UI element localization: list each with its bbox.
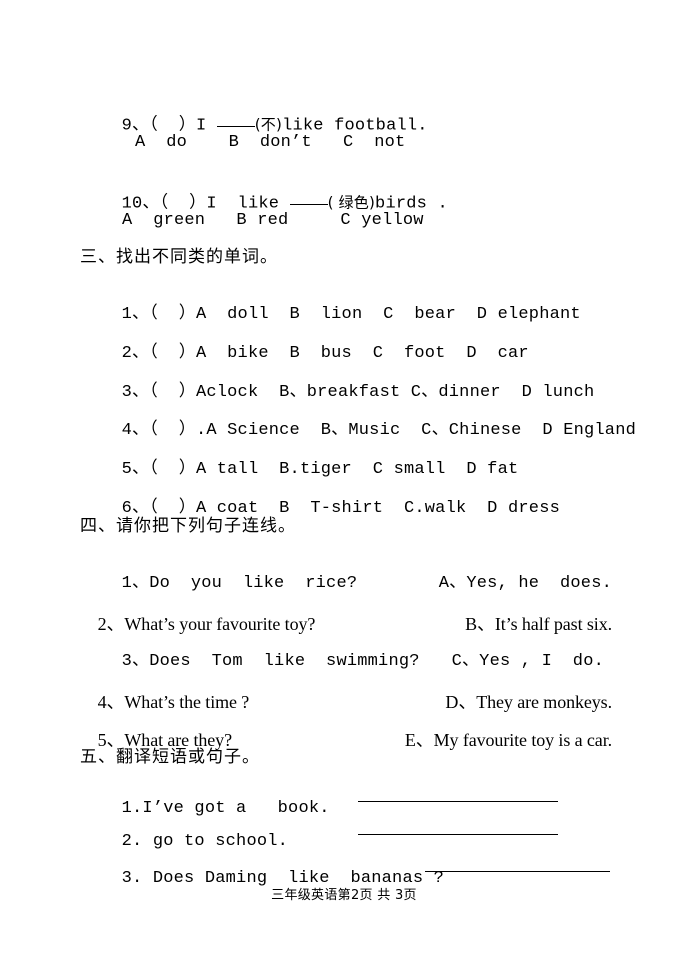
match-right-c-label: C、	[451, 652, 480, 671]
match-left-2-text: What’s your favourite toy?	[124, 614, 316, 634]
match-left-4-number: 4、	[97, 692, 125, 712]
translate-item-2-number: 2.	[121, 832, 143, 851]
question-10-options[interactable]: A green B red C yellow	[122, 212, 424, 229]
question-9-hint: (不)	[254, 115, 283, 134]
question-10-blank[interactable]	[289, 189, 328, 206]
match-left-3-text: Does Tom like swimming?	[149, 652, 420, 671]
section-four-heading: 四、请你把下列句子连线。	[80, 516, 296, 536]
section-three-item-2-text: A bike B bus C foot D car	[195, 344, 529, 363]
translate-item-2-text: go to school.	[142, 832, 289, 851]
exam-page: 9、（ ）I (不)like football. A do B don’t C …	[0, 0, 688, 971]
translate-item-3-number: 3.	[121, 869, 143, 888]
match-left-1-number: 1、	[121, 574, 150, 593]
section-three-item-5-text: A tall B.tiger C small D fat	[195, 460, 519, 479]
section-three-item-1-number: 1、	[121, 305, 150, 324]
section-three-item-2-number: 2、	[121, 344, 150, 363]
page-footer: 三年级英语第2页 共 3页	[271, 888, 417, 903]
section-three-item-1-text: A doll B lion C bear D elephant	[195, 305, 581, 324]
question-9-blank[interactable]	[216, 111, 255, 128]
section-five-heading: 五、翻译短语或句子。	[80, 747, 260, 767]
match-right-e-label: E、	[404, 730, 434, 750]
section-three-item-2-bracket[interactable]: （ ）	[149, 344, 196, 363]
section-three-item-4-bracket[interactable]: （ ）	[149, 421, 196, 440]
question-10-hint: ( 绿色)	[327, 193, 376, 212]
match-right-c-text: Yes , I do.	[479, 652, 604, 671]
match-left-2-number: 2、	[97, 614, 125, 634]
section-three-item-4-text: .A Science B、Music C、Chinese D England	[195, 421, 637, 440]
section-three-item-5-number: 5、	[121, 460, 150, 479]
section-three-heading: 三、找出不同类的单词。	[80, 247, 278, 267]
match-right-e[interactable]: E、My favourite toy is a car.	[387, 713, 612, 767]
match-right-b-text: It’s half past six.	[494, 614, 612, 634]
section-three-item-5-bracket[interactable]: （ ）	[149, 460, 196, 479]
match-right-a-label: A、	[438, 574, 467, 593]
question-9-options[interactable]: A do B don’t C not	[135, 134, 405, 151]
translate-answer-line-1[interactable]	[358, 801, 558, 802]
translate-answer-line-3[interactable]	[425, 871, 610, 872]
match-left-4-text: What’s the time ?	[124, 692, 250, 712]
section-three-item-1-bracket[interactable]: （ ）	[149, 305, 196, 324]
match-left-3-number: 3、	[121, 652, 150, 671]
section-three-item-3-number: 3、	[121, 383, 150, 402]
section-three-item-3-text: Aclock B、breakfast C、dinner D lunch	[195, 383, 595, 402]
match-left-1-text: Do you like rice?	[149, 574, 358, 593]
translate-answer-line-2[interactable]	[358, 834, 558, 835]
translate-item-3-text: Does Daming like bananas ?	[142, 869, 445, 888]
match-right-e-text: My favourite toy is a car.	[433, 730, 612, 750]
section-three-item-4-number: 4、	[121, 421, 150, 440]
match-right-a-text: Yes, he does.	[466, 574, 612, 593]
match-right-b-label: B、	[465, 614, 495, 634]
section-three-item-3-bracket[interactable]: （ ）	[149, 383, 196, 402]
match-right-d-label: D、	[445, 692, 477, 712]
match-right-d-text: They are monkeys.	[476, 692, 612, 712]
